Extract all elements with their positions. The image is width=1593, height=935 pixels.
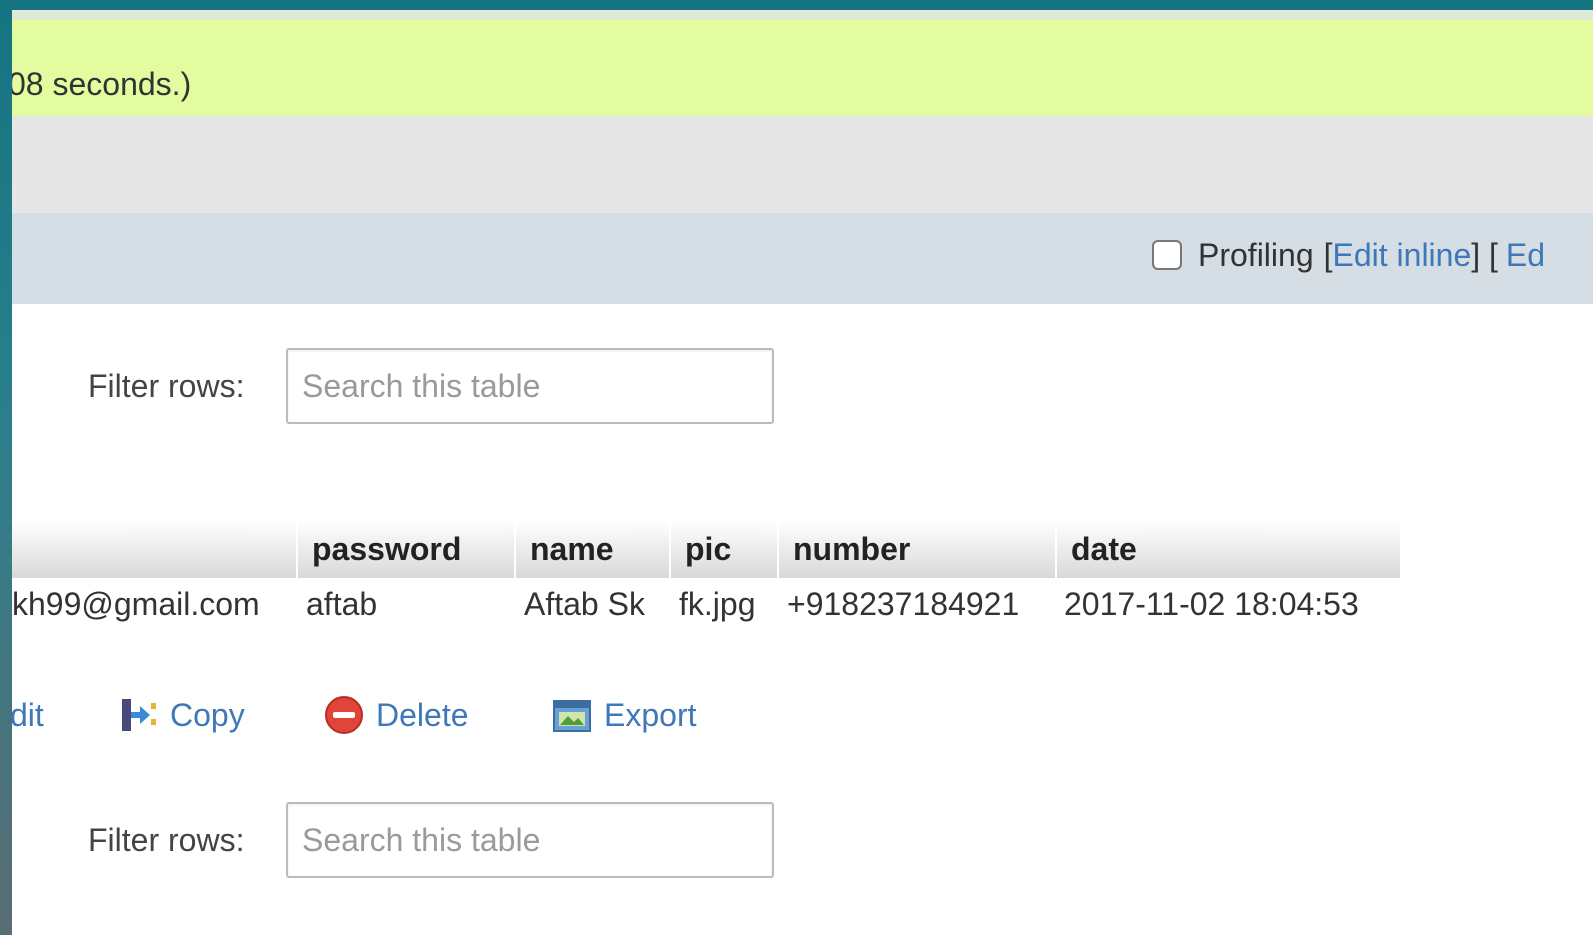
copy-icon — [122, 699, 156, 731]
row-actions: dit Copy Delete Export — [12, 690, 1593, 740]
profiling-label: Profiling — [1198, 236, 1314, 273]
filter-rows-input[interactable]: Search this table — [286, 348, 774, 424]
cell-email[interactable]: kh99@gmail.com — [12, 586, 260, 623]
copy-label: Copy — [170, 696, 245, 733]
delete-label: Delete — [376, 696, 469, 733]
export-icon — [553, 700, 591, 732]
results-table: password name pic number date kh99@gmail… — [12, 520, 1400, 640]
query-success-message: 08 seconds.) — [12, 10, 1593, 116]
filter-rows-label: Filter rows: — [88, 821, 245, 858]
table-header: password name pic number date — [12, 520, 1400, 578]
cell-name[interactable]: Aftab Sk — [524, 586, 645, 623]
filter-rows-input[interactable]: Search this table — [286, 802, 774, 878]
cell-date[interactable]: 2017-11-02 18:04:53 — [1064, 586, 1359, 623]
bracket-open: [ — [1323, 236, 1333, 273]
edit-button[interactable]: dit — [12, 690, 44, 740]
filter-rows-top: Filter rows: Search this table — [88, 347, 774, 425]
phpmyadmin-content: 08 seconds.) Profiling [ Edit inline ] [… — [12, 10, 1593, 935]
sql-query-box — [12, 116, 1593, 213]
edit-inline-link[interactable]: Edit inline — [1333, 237, 1472, 274]
edit-label: dit — [12, 696, 44, 733]
cell-pic[interactable]: fk.jpg — [679, 586, 755, 623]
column-header-name[interactable]: name — [514, 520, 669, 578]
copy-button[interactable]: Copy — [118, 690, 245, 740]
export-label: Export — [604, 696, 697, 733]
cell-password[interactable]: aftab — [306, 586, 377, 623]
column-header-pic[interactable]: pic — [669, 520, 777, 578]
filter-rows-bottom: Filter rows: Search this table — [88, 801, 774, 879]
query-options-bar: Profiling [ Edit inline ] [ Ed — [12, 213, 1593, 304]
column-header-number[interactable]: number — [777, 520, 1055, 578]
profiling-controls: Profiling [ Edit inline ] [ Ed — [1152, 235, 1545, 275]
profiling-checkbox[interactable] — [1152, 240, 1182, 270]
column-header-password[interactable]: password — [296, 520, 514, 578]
column-header-date[interactable]: date — [1055, 520, 1400, 578]
cell-number[interactable]: +918237184921 — [787, 586, 1019, 623]
bracket-separator: ] [ — [1471, 236, 1498, 273]
delete-button[interactable]: Delete — [324, 690, 469, 740]
table-row: kh99@gmail.com aftab Aftab Sk fk.jpg +91… — [12, 578, 1400, 640]
export-button[interactable]: Export — [552, 690, 696, 740]
filter-rows-label: Filter rows: — [88, 367, 245, 404]
delete-icon — [325, 696, 363, 734]
edit-link[interactable]: Ed — [1506, 237, 1545, 274]
query-time-text: 08 seconds.) — [12, 66, 192, 102]
